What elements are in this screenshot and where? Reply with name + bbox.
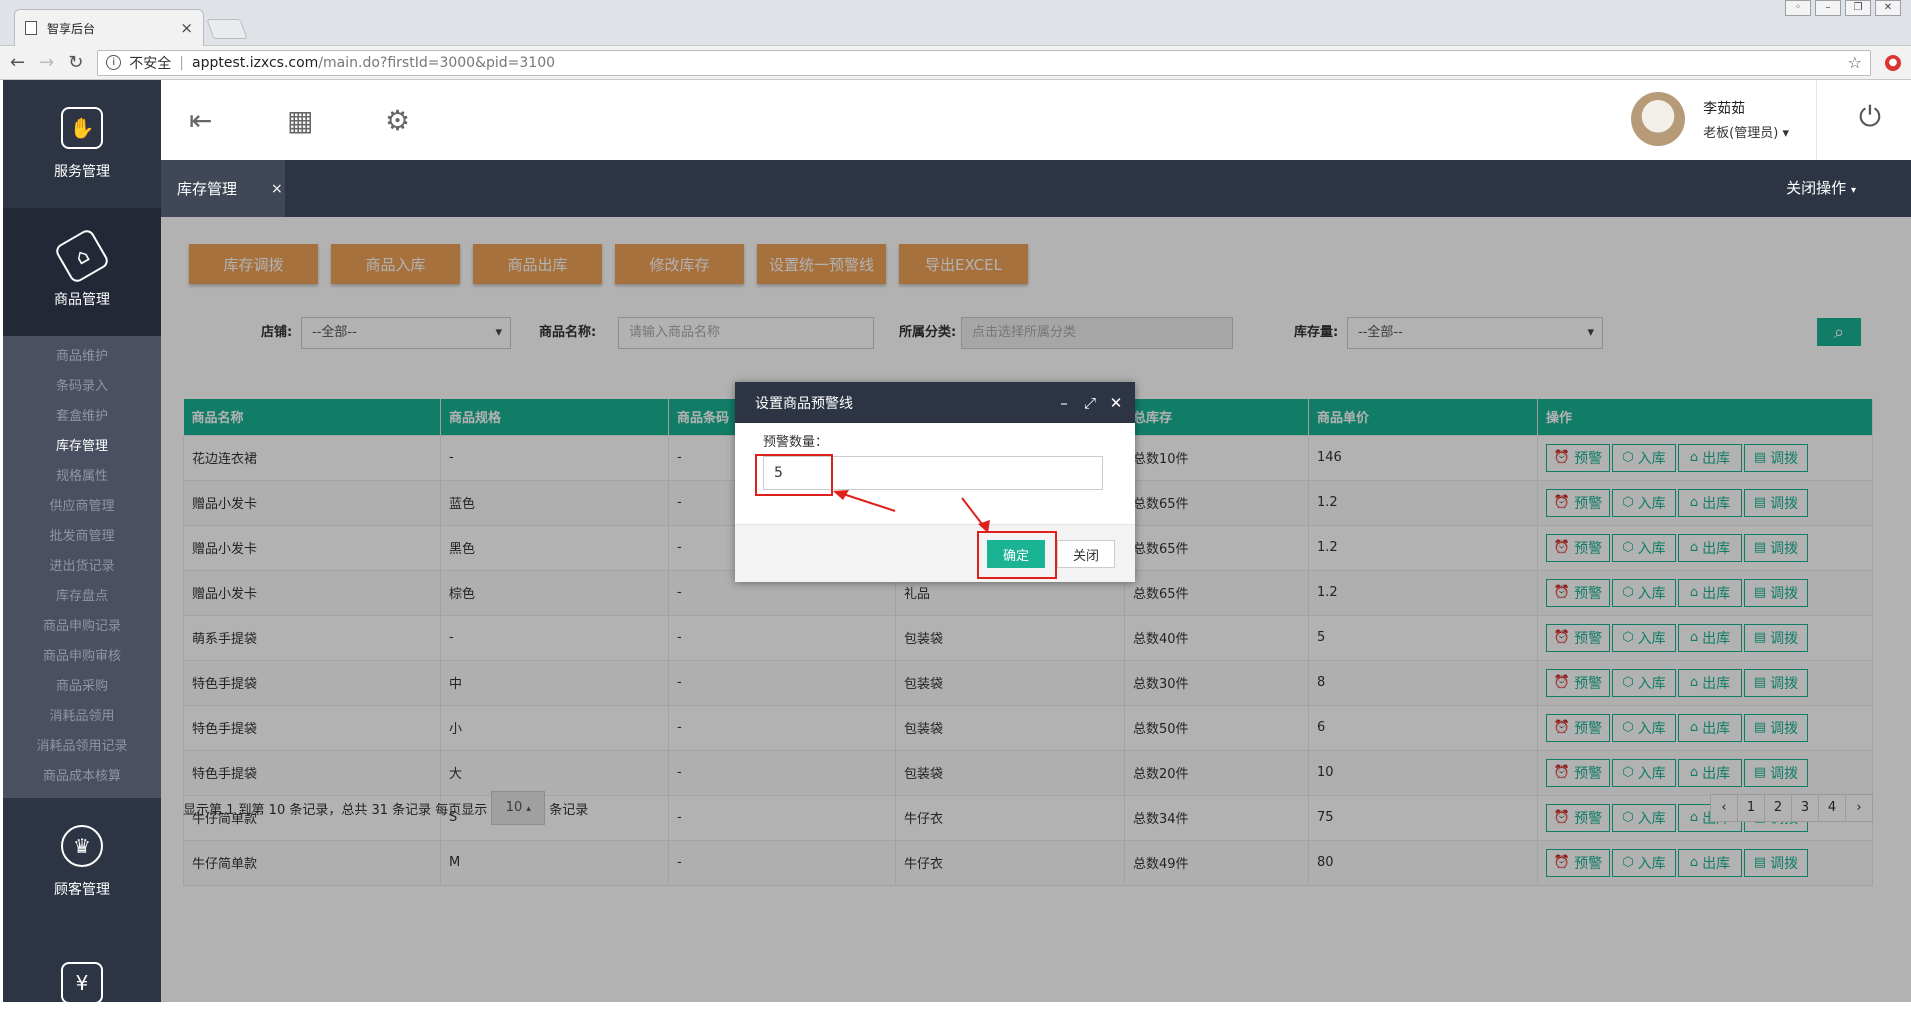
highlight-box [755,454,833,496]
caret-down-icon: ▾ [1850,185,1856,196]
sidebar-item[interactable]: 商品采购 [3,672,161,702]
warning-quantity-label: 预警数量： [763,435,829,450]
sidebar-section-goods[interactable]: ⌂ 商品管理 [3,208,161,336]
close-window-icon[interactable]: ✕ [1875,0,1901,16]
sidebar-section-customer[interactable]: ♛ 顾客管理 [3,798,161,926]
window-controls: ◦ – ❐ ✕ [1785,0,1901,16]
sidebar-section-label: 服务管理 [54,164,110,180]
new-tab-button[interactable] [206,19,248,39]
url-path: /main.do?firstId=3000&pid=3100 [318,54,556,71]
user-menu[interactable]: 李茹茹 老板(管理员) ▾ [1631,92,1789,146]
gear-icon[interactable]: ⚙ [385,104,455,137]
browser-tab[interactable]: 智享后台 × [14,9,204,46]
extension-icon[interactable]: ● [1885,54,1901,71]
modal-header: 设置商品预警线 – ⤢ ✕ [735,382,1135,423]
address-bar: ← → ↻ i 不安全 | apptest.izxcs.com/main.do?… [0,46,1911,80]
sidebar-item[interactable]: 条码录入 [3,372,161,402]
sidebar-item-current[interactable]: 库存管理 [3,432,161,462]
caret-down-icon: ▾ [1782,125,1789,141]
close-icon[interactable]: × [180,19,193,37]
sidebar-section-label: 顾客管理 [54,882,110,898]
power-icon[interactable]: ⏻ [1859,100,1881,134]
bookmark-star-icon[interactable]: ☆ [1848,53,1862,72]
sidebar-section-label: 商品管理 [54,292,110,308]
sidebar-item[interactable]: 进出货记录 [3,552,161,582]
url-host: apptest.izxcs.com [192,54,319,71]
page-tab-label: 库存管理 [177,180,238,198]
sidebar-item[interactable]: 商品成本核算 [3,762,161,792]
user-name: 李茹茹 [1703,100,1746,117]
minimize-icon[interactable]: – [1051,394,1077,412]
sidebar-item[interactable]: 商品申购审核 [3,642,161,672]
sidebar-section-label: 账簿管理 [54,1019,110,1035]
highlight-box [977,531,1057,579]
hand-icon: ✋ [61,107,103,149]
reload-icon[interactable]: ↻ [68,52,83,73]
sidebar-section-service[interactable]: ✋ 服务管理 [3,80,161,208]
sidebar-item[interactable]: 消耗品领用 [3,702,161,732]
modal-close-button[interactable]: 关闭 [1057,540,1115,568]
close-operations-menu[interactable]: 关闭操作 ▾ [1786,160,1856,219]
sidebar-item[interactable]: 规格属性 [3,462,161,492]
forward-icon[interactable]: → [39,52,54,73]
sidebar-item[interactable]: 商品维护 [3,342,161,372]
modal-overlay [161,217,1911,1002]
sidebar-item[interactable]: 消耗品领用记录 [3,732,161,762]
maximize-icon[interactable]: ⤢ [1077,394,1103,412]
close-operations-label: 关闭操作 [1786,179,1847,197]
document-icon [25,21,37,35]
minimize-icon[interactable]: – [1815,0,1841,16]
sidebar-section-ledger[interactable]: ¥ 账簿管理 [3,926,161,1036]
modal-title: 设置商品预警线 [755,395,853,412]
close-icon[interactable]: × [271,181,283,197]
user-role: 老板(管理员) [1703,125,1779,141]
url-field[interactable]: i 不安全 | apptest.izxcs.com/main.do?firstI… [97,49,1871,76]
back-icon[interactable]: ← [10,52,25,73]
browser-tab-title: 智享后台 [47,21,96,36]
tag-icon: ⌂ [53,227,111,285]
info-icon[interactable]: i [106,55,122,70]
avatar[interactable] [1631,92,1686,146]
url-separator: | [179,54,184,71]
page-tab-inventory[interactable]: 库存管理 × [161,160,285,217]
browser-tabbar: 智享后台 × ◦ – ❐ ✕ [0,0,1911,46]
grid-icon[interactable]: ▦ [287,104,357,137]
page-tabstrip: 库存管理 × 关闭操作 ▾ [161,160,1911,217]
restore-icon[interactable]: ❐ [1845,0,1871,16]
menu-collapse-icon[interactable]: ⇤ [189,104,259,137]
sidebar-submenu: 商品维护 条码录入 套盒维护 库存管理 规格属性 供应商管理 批发商管理 进出货… [3,336,161,798]
modal-footer: 确定 关闭 [735,524,1135,582]
insecure-label: 不安全 [129,55,172,72]
close-icon[interactable]: ✕ [1103,394,1129,412]
ledger-icon: ¥ [61,962,103,1004]
sidebar-item[interactable]: 商品申购记录 [3,612,161,642]
divider [1816,80,1817,160]
crown-icon: ♛ [61,825,103,867]
user-icon[interactable]: ◦ [1785,0,1811,16]
sidebar-item[interactable]: 供应商管理 [3,492,161,522]
top-nav: ⇤ ▦ ⚙ 李茹茹 老板(管理员) ▾ ⏻ [161,80,1911,160]
sidebar-item[interactable]: 批发商管理 [3,522,161,552]
sidebar-item[interactable]: 库存盘点 [3,582,161,612]
sidebar: ✋ 服务管理 ⌂ 商品管理 商品维护 条码录入 套盒维护 库存管理 规格属性 供… [3,80,161,1035]
sidebar-item[interactable]: 套盒维护 [3,402,161,432]
